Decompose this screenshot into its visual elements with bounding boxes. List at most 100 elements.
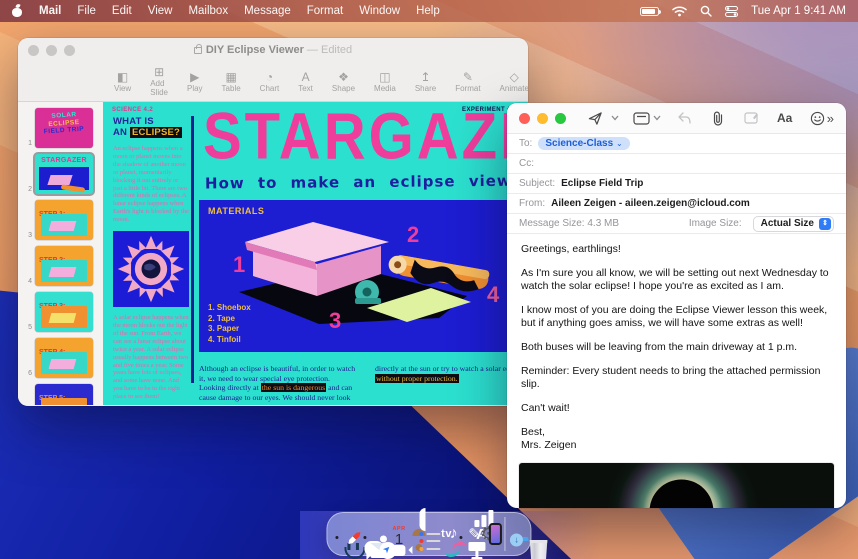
toolbar-add-slide-button[interactable]: ⊞Add Slide bbox=[150, 66, 168, 97]
token-chevron-icon: ⌄ bbox=[616, 139, 623, 148]
format-icon: ✎ bbox=[463, 71, 473, 83]
minimize-button[interactable] bbox=[537, 113, 548, 124]
sun-illustration bbox=[113, 231, 189, 307]
menu-item-message[interactable]: Message bbox=[244, 5, 291, 17]
menu-item-edit[interactable]: Edit bbox=[112, 5, 132, 17]
format-button[interactable]: Aa bbox=[777, 111, 792, 125]
toolbar-chart-button[interactable]: ◔Chart bbox=[260, 71, 280, 93]
text-icon: A bbox=[302, 71, 310, 83]
attach-button[interactable] bbox=[712, 111, 724, 126]
close-button[interactable] bbox=[519, 113, 530, 124]
header-fields-chevron-icon[interactable] bbox=[653, 115, 661, 121]
slide-left-column: WHAT IS AN ECLIPSE? An eclipse happens w… bbox=[113, 116, 189, 401]
mail-toolbar[interactable]: Aa » bbox=[507, 103, 846, 134]
reply-button-disabled[interactable] bbox=[677, 112, 692, 124]
materials-panel: MATERIALS 1 2 3 4 1. Shoebox 2. Tape 3. … bbox=[199, 200, 519, 352]
window-title: DIY Eclipse Viewer — Edited bbox=[18, 44, 528, 56]
dock: APR1 tv ♪ ✎ A ⚙ bbox=[326, 512, 531, 556]
slide-thumbnail-2-selected[interactable]: STARGAZER bbox=[35, 154, 93, 194]
material-number-3: 3 bbox=[329, 308, 341, 334]
battery-icon[interactable] bbox=[640, 7, 659, 16]
toolbar-media-button[interactable]: ◫Media bbox=[374, 71, 396, 93]
stepper-icon: ⇕ bbox=[819, 218, 831, 230]
from-field[interactable]: From: Aileen Zeigen - aileen.zeigen@iclo… bbox=[507, 194, 846, 214]
slide-subtitle: How to make an eclipse viewer! bbox=[205, 172, 528, 193]
slide-navigator: 1 SOLAR ECLIPSE FIELD TRIP 2 STARGAZER 3… bbox=[18, 102, 103, 405]
toolbar-table-button[interactable]: ▦Table bbox=[222, 71, 241, 93]
to-field[interactable]: To: Science-Class ⌄ bbox=[507, 134, 846, 154]
subject-value: Eclipse Field Trip bbox=[561, 178, 643, 189]
shape-icon: ❖ bbox=[338, 71, 349, 83]
zoom-button[interactable] bbox=[555, 113, 566, 124]
slide-thumbnail-7[interactable]: STEP 5: bbox=[35, 384, 93, 405]
slide-thumbnail-3[interactable]: STEP 1: bbox=[35, 200, 93, 240]
keynote-window: DIY Eclipse Viewer — Edited ◧View ⊞Add S… bbox=[18, 38, 528, 406]
media-icon: ◫ bbox=[379, 71, 390, 83]
send-options-chevron-icon[interactable] bbox=[611, 115, 619, 121]
table-icon: ▦ bbox=[225, 71, 236, 83]
apple-menu-icon[interactable] bbox=[12, 5, 23, 17]
menu-bar: Mail File Edit View Mailbox Message Form… bbox=[0, 0, 858, 22]
slide-divider bbox=[191, 116, 194, 383]
slide-title: STARGAZER bbox=[203, 102, 528, 174]
toolbar-format-button[interactable]: ✎Format bbox=[455, 71, 480, 93]
slide-heading: WHAT IS AN ECLIPSE? bbox=[113, 116, 189, 138]
dock-divider bbox=[505, 517, 506, 551]
menu-item-window[interactable]: Window bbox=[359, 5, 400, 17]
toolbar-share-button[interactable]: ↥Share bbox=[415, 71, 436, 93]
toolbar-shape-button[interactable]: ❖Shape bbox=[332, 71, 355, 93]
wifi-icon[interactable] bbox=[672, 6, 687, 17]
materials-list: 1. Shoebox 2. Tape 3. Paper 4. Tinfoil bbox=[208, 303, 251, 345]
emoji-button[interactable] bbox=[810, 111, 825, 126]
menu-item-mailbox[interactable]: Mailbox bbox=[188, 5, 228, 17]
animate-icon: ◇ bbox=[510, 71, 519, 83]
recipient-token[interactable]: Science-Class ⌄ bbox=[538, 137, 629, 150]
keynote-titlebar[interactable]: DIY Eclipse Viewer — Edited bbox=[18, 38, 528, 62]
message-body-editor[interactable]: Greetings, earthlings! As I'm sure you a… bbox=[507, 234, 846, 452]
mail-compose-window: Aa » To: Science-Class ⌄ Cc: Subject: Ec… bbox=[507, 103, 846, 508]
slide-thumbnail-5[interactable]: STEP 3: bbox=[35, 292, 93, 332]
menu-item-help[interactable]: Help bbox=[416, 5, 440, 17]
view-icon: ◧ bbox=[117, 71, 128, 83]
lock-icon bbox=[194, 47, 202, 54]
subject-field[interactable]: Subject: Eclipse Field Trip bbox=[507, 174, 846, 194]
cc-field[interactable]: Cc: bbox=[507, 154, 846, 174]
slide-thumbnail-6[interactable]: STEP 4: bbox=[35, 338, 93, 378]
eclipse-image-attachment[interactable] bbox=[519, 463, 834, 508]
toolbar-view-button[interactable]: ◧View bbox=[114, 71, 131, 93]
send-button[interactable] bbox=[588, 111, 603, 126]
slide-thumbnail-4[interactable]: STEP 2: bbox=[35, 246, 93, 286]
slide-thumbnail-1[interactable]: SOLAR ECLIPSE FIELD TRIP bbox=[35, 108, 93, 148]
image-size-select[interactable]: Actual Size ⇕ bbox=[753, 216, 834, 232]
toolbar-play-button[interactable]: ▶Play bbox=[187, 71, 203, 93]
material-number-4: 4 bbox=[487, 282, 499, 308]
menu-item-file[interactable]: File bbox=[77, 5, 96, 17]
slide-paragraph-1: An eclipse happens when a moon or planet… bbox=[113, 145, 189, 224]
header-fields-button[interactable] bbox=[633, 112, 650, 125]
menu-item-mail[interactable]: Mail bbox=[39, 5, 61, 17]
search-icon[interactable] bbox=[700, 5, 712, 17]
share-icon: ↥ bbox=[420, 71, 430, 83]
dock-icon-reminders[interactable] bbox=[420, 508, 426, 551]
message-size-value: 4.3 MB bbox=[587, 218, 619, 229]
slide-canvas[interactable]: SCIENCE 4.2 EXPERIMENT #11 WHAT IS AN EC… bbox=[103, 102, 528, 405]
chart-icon: ◔ bbox=[266, 71, 273, 83]
dock-icon-calendar[interactable]: APR1 bbox=[392, 526, 405, 547]
from-value: Aileen Zeigen - aileen.zeigen@icloud.com bbox=[551, 198, 750, 209]
caution-text: Although an eclipse is beautiful, in ord… bbox=[199, 364, 528, 403]
menu-item-format[interactable]: Format bbox=[307, 5, 343, 17]
control-center-icon[interactable] bbox=[725, 6, 738, 17]
slide-stargazer[interactable]: SCIENCE 4.2 EXPERIMENT #11 WHAT IS AN EC… bbox=[103, 102, 528, 405]
toolbar-text-button[interactable]: AText bbox=[298, 71, 313, 93]
slide-tag-science: SCIENCE 4.2 bbox=[112, 107, 153, 113]
mail-toolbar-overflow-chevron[interactable]: » bbox=[827, 111, 834, 126]
menu-item-view[interactable]: View bbox=[148, 5, 173, 17]
material-number-2: 2 bbox=[407, 222, 419, 248]
slide-paragraph-2: A solar eclipse happens when the moon bl… bbox=[113, 314, 189, 401]
materials-label: MATERIALS bbox=[208, 206, 264, 216]
message-size-row: Message Size: 4.3 MB Image Size: Actual … bbox=[507, 214, 846, 234]
toolbar-animate-button[interactable]: ◇Animate bbox=[500, 71, 528, 93]
menu-bar-clock[interactable]: Tue Apr 1 9:41 AM bbox=[751, 5, 846, 17]
markup-button-disabled[interactable] bbox=[744, 111, 759, 125]
play-icon: ▶ bbox=[190, 71, 199, 83]
